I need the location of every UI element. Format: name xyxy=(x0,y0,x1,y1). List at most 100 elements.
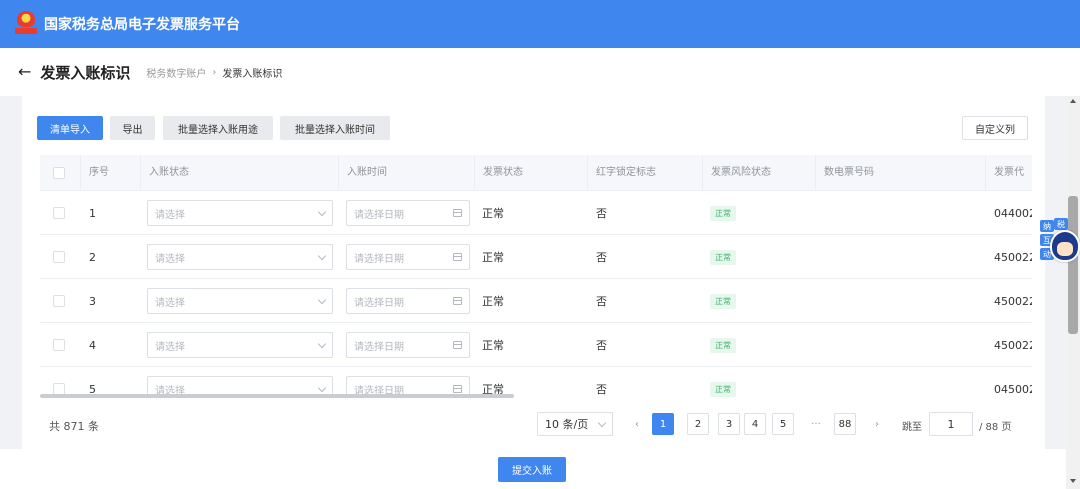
page-button-4[interactable]: 4 xyxy=(744,413,766,435)
page-button-3[interactable]: 3 xyxy=(718,413,740,435)
row-checkbox[interactable] xyxy=(53,235,65,279)
red-lock-flag: 否 xyxy=(596,383,607,396)
entry-time-picker[interactable]: 请选择日期 xyxy=(346,279,470,323)
date-placeholder: 请选择日期 xyxy=(354,209,404,221)
calendar-icon xyxy=(453,297,462,305)
column-header-entry-time: 入账时间 xyxy=(338,155,387,191)
entry-status-select[interactable]: 请选择 xyxy=(147,367,333,397)
row-index: 3 xyxy=(89,294,96,308)
page-ellipsis[interactable]: ··· xyxy=(805,413,827,435)
arrow-left-icon[interactable]: ← xyxy=(18,64,31,80)
import-list-button[interactable]: 清单导入 xyxy=(37,116,103,140)
invoice-code: 450022 xyxy=(994,250,1032,264)
calendar-icon xyxy=(453,385,462,393)
date-placeholder: 请选择日期 xyxy=(354,297,404,309)
entry-time-picker[interactable]: 请选择日期 xyxy=(346,323,470,367)
status-badge: 正常 xyxy=(710,381,736,397)
scroll-down-icon[interactable] xyxy=(1070,479,1076,483)
column-header-red-lock: 红字锁定标志 xyxy=(587,155,656,191)
scroll-up-icon[interactable] xyxy=(1070,99,1076,103)
assistant-avatar-icon xyxy=(1050,230,1080,262)
invoice-code: 044002 xyxy=(994,206,1032,220)
row-index: 4 xyxy=(89,338,96,352)
row-checkbox[interactable] xyxy=(53,191,65,235)
chevron-down-icon xyxy=(317,383,327,392)
page-button-5[interactable]: 5 xyxy=(772,413,794,435)
table-header: 序号 入账状态 入账时间 发票状态 红字锁定标志 发票风险状态 数电票号码 发票… xyxy=(40,155,1032,191)
app-title: 国家税务总局电子发票服务平台 xyxy=(44,17,240,33)
table-row[interactable]: 2 请选择 请选择日期 正常 否 正常 450022 xyxy=(40,235,1032,279)
invoice-code: 045002 xyxy=(994,382,1032,396)
date-placeholder: 请选择日期 xyxy=(354,253,404,265)
column-header-invoice-status: 发票状态 xyxy=(474,155,523,191)
entry-status-select[interactable]: 请选择 xyxy=(147,323,333,367)
page-button-2[interactable]: 2 xyxy=(687,413,709,435)
red-lock-flag: 否 xyxy=(596,295,607,308)
table-row[interactable]: 3 请选择 请选择日期 正常 否 正常 450022 xyxy=(40,279,1032,323)
column-header-invoice-number: 数电票号码 xyxy=(815,155,874,191)
row-checkbox[interactable] xyxy=(53,367,65,397)
invoice-status: 正常 xyxy=(482,339,504,352)
assistant-widget[interactable]: 纳 税 互 动 xyxy=(1036,216,1080,272)
entry-time-picker[interactable]: 请选择日期 xyxy=(346,367,470,397)
chevron-down-icon xyxy=(317,251,327,260)
chevron-down-icon xyxy=(597,418,607,427)
table-row[interactable]: 5 请选择 请选择日期 正常 否 正常 045002 xyxy=(40,367,1032,397)
calendar-icon xyxy=(453,341,462,349)
status-badge: 正常 xyxy=(710,293,736,309)
page-title: 发票入账标识 xyxy=(40,63,131,82)
select-placeholder: 请选择 xyxy=(155,253,185,265)
select-all-checkbox[interactable] xyxy=(53,155,65,191)
page-size-select[interactable]: 10 条/页 xyxy=(537,412,613,436)
calendar-icon xyxy=(453,209,462,217)
batch-time-button[interactable]: 批量选择入账时间 xyxy=(280,116,390,140)
status-badge: 正常 xyxy=(710,337,736,353)
jump-page-input[interactable] xyxy=(929,412,973,436)
red-lock-flag: 否 xyxy=(596,339,607,352)
invoice-status: 正常 xyxy=(482,295,504,308)
risk-status: 正常 xyxy=(710,279,736,323)
custom-columns-button[interactable]: 自定义列 xyxy=(962,116,1028,140)
page-button-last[interactable]: 88 xyxy=(834,413,856,435)
status-badge: 正常 xyxy=(710,205,736,221)
red-lock-flag: 否 xyxy=(596,207,607,220)
entry-time-picker[interactable]: 请选择日期 xyxy=(346,235,470,279)
select-placeholder: 请选择 xyxy=(155,297,185,309)
row-checkbox[interactable] xyxy=(53,323,65,367)
submit-entry-button[interactable]: 提交入账 xyxy=(498,457,566,482)
invoice-table: 序号 入账状态 入账时间 发票状态 红字锁定标志 发票风险状态 数电票号码 发票… xyxy=(40,155,1032,397)
assistant-tag: 纳 xyxy=(1040,220,1054,232)
invoice-code: 450022 xyxy=(994,338,1032,352)
risk-status: 正常 xyxy=(710,367,736,397)
invoice-status: 正常 xyxy=(482,383,504,396)
row-index: 2 xyxy=(89,250,96,264)
invoice-code: 450022 xyxy=(994,294,1032,308)
entry-status-select[interactable]: 请选择 xyxy=(147,235,333,279)
breadcrumb-item-account[interactable]: 税务数字账户 xyxy=(146,65,206,80)
risk-status: 正常 xyxy=(710,235,736,279)
vertical-scrollbar[interactable] xyxy=(1066,96,1080,489)
next-page-button[interactable]: › xyxy=(866,413,888,435)
risk-status: 正常 xyxy=(710,323,736,367)
risk-status: 正常 xyxy=(710,191,736,235)
batch-purpose-button[interactable]: 批量选择入账用途 xyxy=(163,116,273,140)
export-button[interactable]: 导出 xyxy=(110,116,155,140)
entry-status-select[interactable]: 请选择 xyxy=(147,279,333,323)
column-header-invoice-code: 发票代 xyxy=(985,155,1024,191)
breadcrumb-item-current: 发票入账标识 xyxy=(222,68,283,80)
page-button-1[interactable]: 1 xyxy=(652,413,674,435)
page-size-value: 10 条/页 xyxy=(545,418,589,431)
app-header: 国家税务总局电子发票服务平台 xyxy=(0,0,1080,48)
select-placeholder: 请选择 xyxy=(155,341,185,353)
table-row[interactable]: 1 请选择 请选择日期 正常 否 正常 044002 xyxy=(40,191,1032,235)
select-placeholder: 请选择 xyxy=(155,209,185,221)
breadcrumb-separator: › xyxy=(212,66,217,78)
entry-status-select[interactable]: 请选择 xyxy=(147,191,333,235)
row-checkbox[interactable] xyxy=(53,279,65,323)
prev-page-button[interactable]: ‹ xyxy=(626,413,648,435)
horizontal-scrollbar[interactable] xyxy=(40,394,514,398)
table-row[interactable]: 4 请选择 请选择日期 正常 否 正常 450022 xyxy=(40,323,1032,367)
assistant-tag: 税 xyxy=(1054,218,1068,230)
entry-time-picker[interactable]: 请选择日期 xyxy=(346,191,470,235)
invoice-status: 正常 xyxy=(482,251,504,264)
